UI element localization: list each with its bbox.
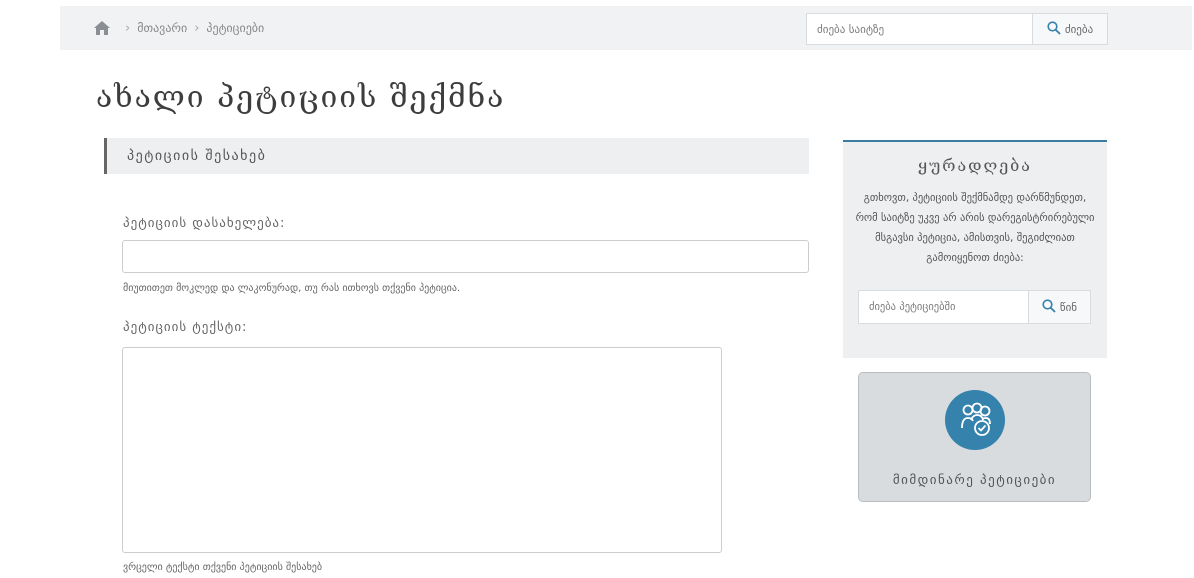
site-search: ძიება [806, 13, 1108, 45]
people-check-icon [945, 390, 1005, 450]
notice-body: გთხოვთ, პეტიციის შექმნამდე დარწმუნდეთ, რ… [855, 192, 1095, 264]
breadcrumb-home-link[interactable]: მთავარი [137, 21, 187, 35]
notice-title: ყურადღება [918, 156, 1032, 175]
chevron-right-icon: › [194, 20, 200, 36]
search-icon [1042, 298, 1056, 316]
petition-text-label: პეტიციის ტექსტი: [123, 320, 248, 335]
current-petitions-button[interactable]: მიმდინარე პეტიციები [858, 372, 1091, 502]
chevron-right-icon: › [125, 20, 131, 36]
petition-name-input[interactable] [122, 240, 809, 273]
petition-text-hint: ვრცელი ტექსტი თქვენი პეტიციის შესახებ [123, 562, 323, 573]
petition-text-textarea[interactable] [122, 347, 722, 553]
site-search-button[interactable]: ძიება [1032, 13, 1108, 45]
petition-name-hint: მიუთითეთ მოკლედ და ლაკონურად, თუ რას ითხ… [123, 283, 461, 294]
top-bar: › მთავარი › პეტიციები ძიება [60, 6, 1192, 50]
petition-search-button[interactable]: წინ [1028, 290, 1091, 324]
site-search-button-label: ძიება [1064, 22, 1094, 36]
section-heading: პეტიციის შესახებ [104, 138, 809, 174]
home-icon[interactable] [94, 21, 110, 35]
petition-search-button-label: წინ [1059, 300, 1078, 314]
site-search-input[interactable] [806, 13, 1032, 45]
notice-panel: ყურადღება გთხოვთ, პეტიციის შექმნამდე დარ… [843, 140, 1107, 358]
current-petitions-label: მიმდინარე პეტიციები [892, 473, 1057, 488]
petition-search-input[interactable] [858, 290, 1028, 324]
breadcrumb-current: პეტიციები [206, 21, 265, 35]
petition-name-label: პეტიციის დასახელება: [123, 216, 286, 231]
petition-search: წინ [858, 290, 1091, 324]
search-icon [1047, 20, 1061, 38]
page-title: ახალი პეტიციის შექმნა [96, 80, 506, 115]
breadcrumb: › მთავარი › პეტიციები [94, 6, 264, 50]
